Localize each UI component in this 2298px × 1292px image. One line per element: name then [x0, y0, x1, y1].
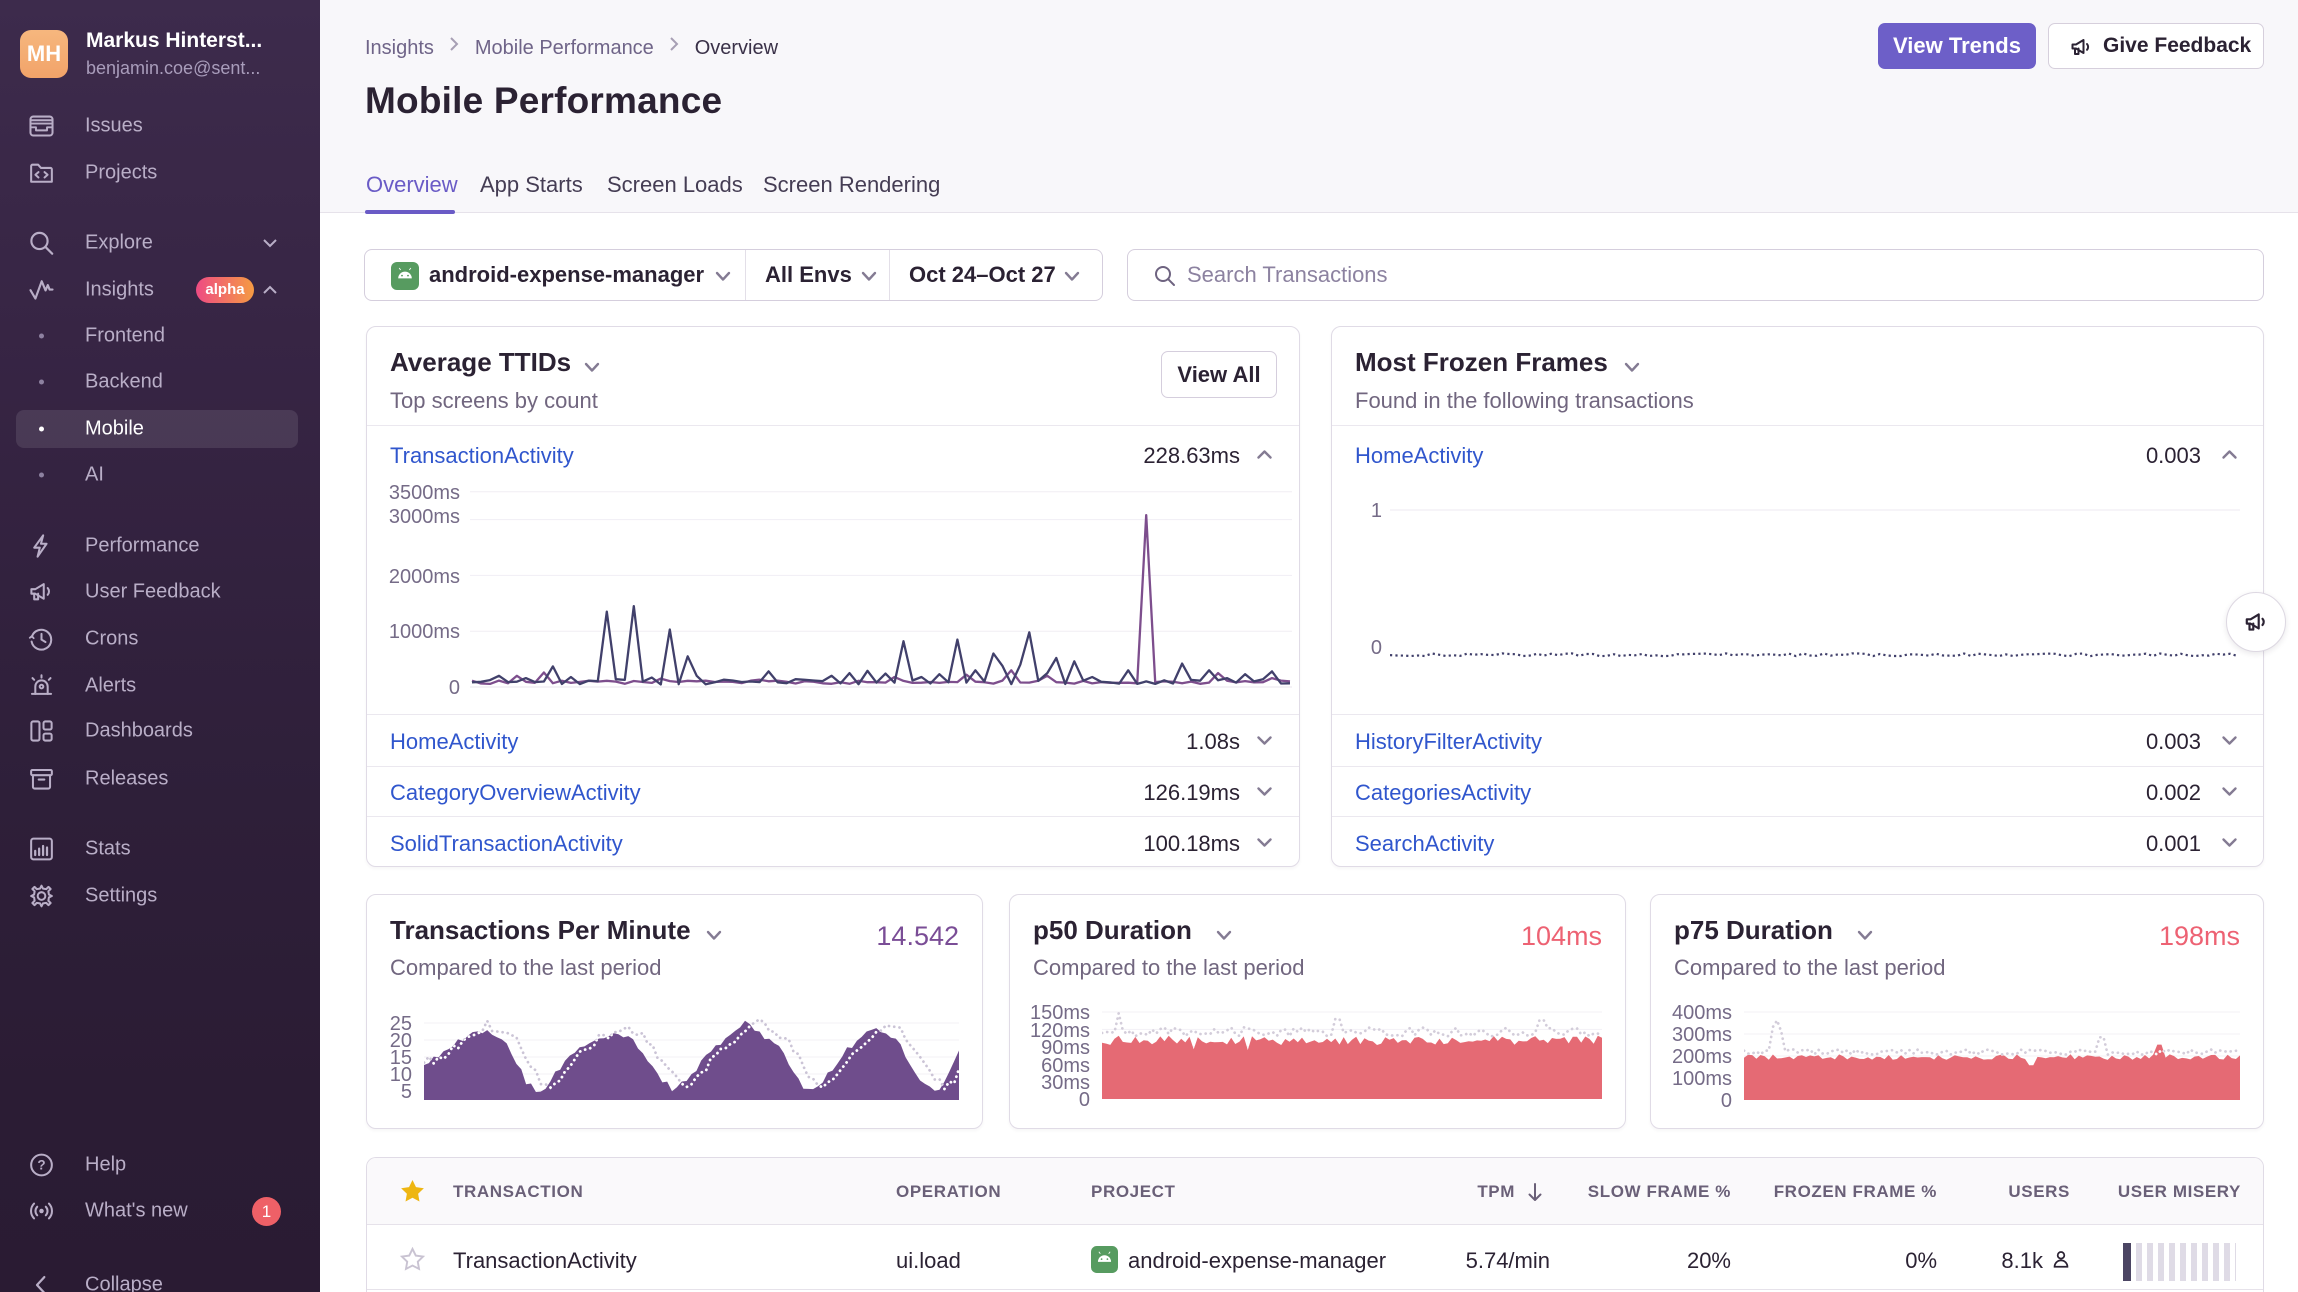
- svg-text:?: ?: [37, 1158, 45, 1173]
